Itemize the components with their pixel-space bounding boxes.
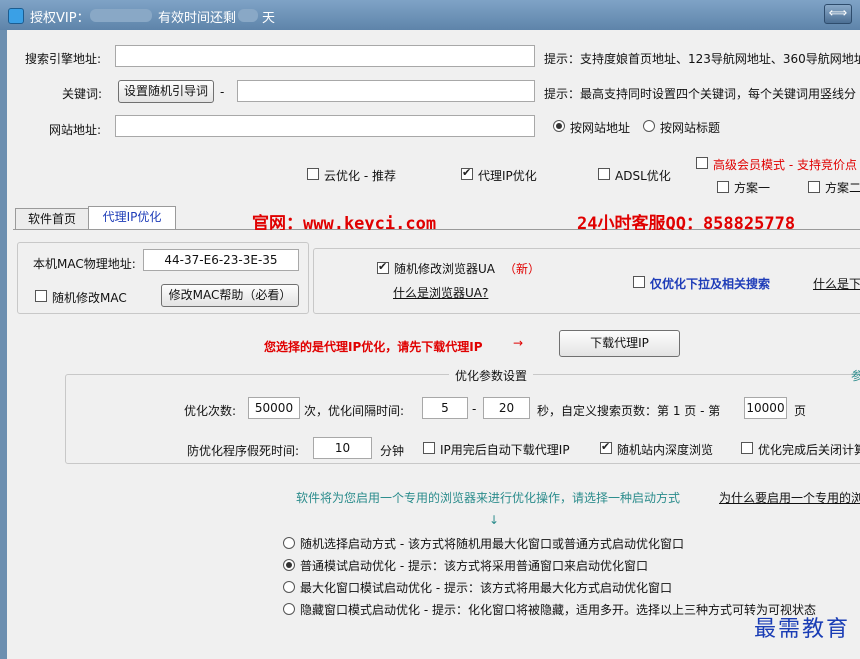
- mac-help-button[interactable]: 修改MAC帮助（必看）: [161, 284, 299, 307]
- minutes-label: 分钟: [380, 444, 405, 458]
- redacted-days: [238, 9, 258, 22]
- keyword-hint: 提示：最高支持同时设置四个关键词，每个关键词用竖线分: [544, 87, 857, 101]
- start-hidden-label: 隐藏窗口模式启动优化 - 提示：化化窗口将被隐藏，适用多开。选择以上三种方式可转…: [300, 603, 816, 617]
- random-mac-label: 随机修改MAC: [52, 291, 127, 305]
- interval-max-input[interactable]: 20: [483, 397, 530, 419]
- adsl-opt-label: ADSL优化: [615, 169, 671, 183]
- redacted-account: [90, 9, 152, 22]
- radio-by-title-label: 按网站标题: [660, 121, 721, 135]
- close-after-checkbox[interactable]: [741, 442, 753, 454]
- proxy-tab-pane: 本机MAC物理地址: 44-37-E6-23-3E-35 随机修改MAC 修改M…: [13, 230, 860, 659]
- seconds-pages-label: 秒，自定义搜索页数：第 1 页 - 第: [537, 404, 721, 418]
- senior-mode-checkbox[interactable]: [696, 157, 708, 169]
- site-label: 网站地址:: [49, 123, 102, 137]
- random-guide-button[interactable]: 设置随机引导词: [118, 80, 214, 103]
- deep-browse-label: 随机站内深度浏览: [617, 443, 714, 457]
- plan1-label: 方案一: [734, 181, 771, 195]
- engine-hint: 提示：支持度娘首页地址、123导航网地址、360导航网地址: [544, 52, 860, 66]
- engine-label: 搜索引擎地址:: [25, 52, 102, 66]
- deep-browse-checkbox[interactable]: [600, 440, 612, 454]
- download-proxy-button[interactable]: 下载代理IP: [559, 330, 680, 357]
- down-arrow-icon: ↓: [489, 513, 500, 527]
- mac-label: 本机MAC物理地址:: [33, 257, 136, 271]
- plan2-checkbox[interactable]: [808, 181, 820, 193]
- keyword-label: 关键词:: [62, 87, 103, 101]
- params-group-title: 优化参数设置: [449, 367, 534, 384]
- random-mac-checkbox[interactable]: [35, 290, 47, 302]
- freeze-label: 防优化程序假死时间:: [187, 444, 300, 458]
- interval-dash: -: [472, 402, 477, 416]
- random-ua-checkbox[interactable]: [377, 260, 389, 274]
- title-bar: 授权VIP： 有效时间还剩 天 ⟺: [0, 0, 860, 30]
- tab-proxy[interactable]: 代理IP优化: [88, 206, 176, 230]
- times-interval-label: 次，优化间隔时间:: [304, 404, 405, 418]
- title-remaining: 有效时间还剩: [158, 11, 237, 26]
- only-dropdown-label: 仅优化下拉及相关搜索: [650, 277, 771, 291]
- start-max-label: 最大化窗口模试启动优化 - 提示：该方式将用最大化方式启动优化窗口: [300, 581, 672, 595]
- engine-input[interactable]: [115, 45, 535, 67]
- restore-icon[interactable]: ⟺: [824, 4, 852, 24]
- page-max-input[interactable]: 10000: [744, 397, 787, 419]
- start-max-radio[interactable]: [283, 581, 295, 593]
- radio-by-title[interactable]: [643, 120, 655, 132]
- senior-mode-label: 高级会员模式 - 支持竞价点: [713, 158, 857, 172]
- title-suffix: 天: [262, 11, 276, 26]
- client-area: 搜索引擎地址: 提示：支持度娘首页地址、123导航网地址、360导航网地址 关键…: [7, 30, 860, 659]
- right-arrow-icon: →: [513, 336, 524, 350]
- close-after-label: 优化完成后关闭计算: [758, 443, 860, 457]
- cloud-opt-checkbox[interactable]: [307, 168, 319, 180]
- main-window: 授权VIP： 有效时间还剩 天 ⟺ 搜索引擎地址: 提示：支持度娘首页地址、12…: [0, 0, 860, 659]
- start-normal-label: 普通模试启动优化 - 提示：该方式将采用普通窗口来启动优化窗口: [300, 559, 648, 573]
- auto-download-checkbox[interactable]: [423, 442, 435, 454]
- watermark-text: 最需教育: [753, 617, 850, 642]
- auto-download-label: IP用完后自动下载代理IP: [440, 443, 570, 457]
- proxy-notice: 您选择的是代理IP优化，请先下载代理IP: [264, 340, 483, 354]
- mac-address-input[interactable]: 44-37-E6-23-3E-35: [143, 249, 299, 271]
- radio-by-url-label: 按网站地址: [570, 121, 631, 135]
- random-ua-label: 随机修改浏览器UA: [394, 262, 495, 276]
- plan1-checkbox[interactable]: [717, 181, 729, 193]
- site-input[interactable]: [115, 115, 535, 137]
- why-browser-link[interactable]: 为什么要启用一个专用的浏: [719, 489, 860, 506]
- plan2-label: 方案二: [825, 181, 860, 195]
- new-badge: （新）: [504, 262, 541, 276]
- keyword-dash: -: [220, 85, 225, 99]
- page-unit-label: 页: [794, 404, 807, 418]
- only-dropdown-checkbox[interactable]: [633, 276, 645, 288]
- interval-min-input[interactable]: 5: [422, 397, 468, 419]
- proxy-opt-checkbox[interactable]: [461, 166, 473, 180]
- start-random-label: 随机选择启动方式 - 该方式将随机用最大化窗口或普通方式启动优化窗口: [300, 537, 684, 551]
- app-icon: [8, 8, 24, 24]
- start-random-radio[interactable]: [283, 537, 295, 549]
- what-is-ua-link[interactable]: 什么是浏览器UA?: [393, 284, 488, 301]
- start-hidden-radio[interactable]: [283, 603, 295, 615]
- browser-intro: 软件将为您启用一个专用的浏览器来进行优化操作，请选择一种启动方式: [296, 491, 681, 505]
- freeze-input[interactable]: 10: [313, 437, 372, 459]
- tab-home[interactable]: 软件首页: [15, 208, 89, 230]
- count-input[interactable]: 50000: [248, 397, 300, 419]
- cloud-opt-label: 云优化 - 推荐: [324, 169, 396, 183]
- ua-group: [313, 248, 860, 314]
- adsl-opt-checkbox[interactable]: [598, 168, 610, 180]
- params-more: 参: [851, 369, 860, 383]
- what-is-dropdown-link[interactable]: 什么是下: [813, 275, 860, 292]
- title-prefix: 授权VIP：: [30, 11, 90, 26]
- proxy-opt-label: 代理IP优化: [478, 169, 537, 183]
- keyword-input[interactable]: [237, 80, 535, 102]
- start-normal-radio[interactable]: [283, 559, 295, 571]
- radio-by-url[interactable]: [553, 120, 565, 132]
- count-label: 优化次数:: [184, 404, 237, 418]
